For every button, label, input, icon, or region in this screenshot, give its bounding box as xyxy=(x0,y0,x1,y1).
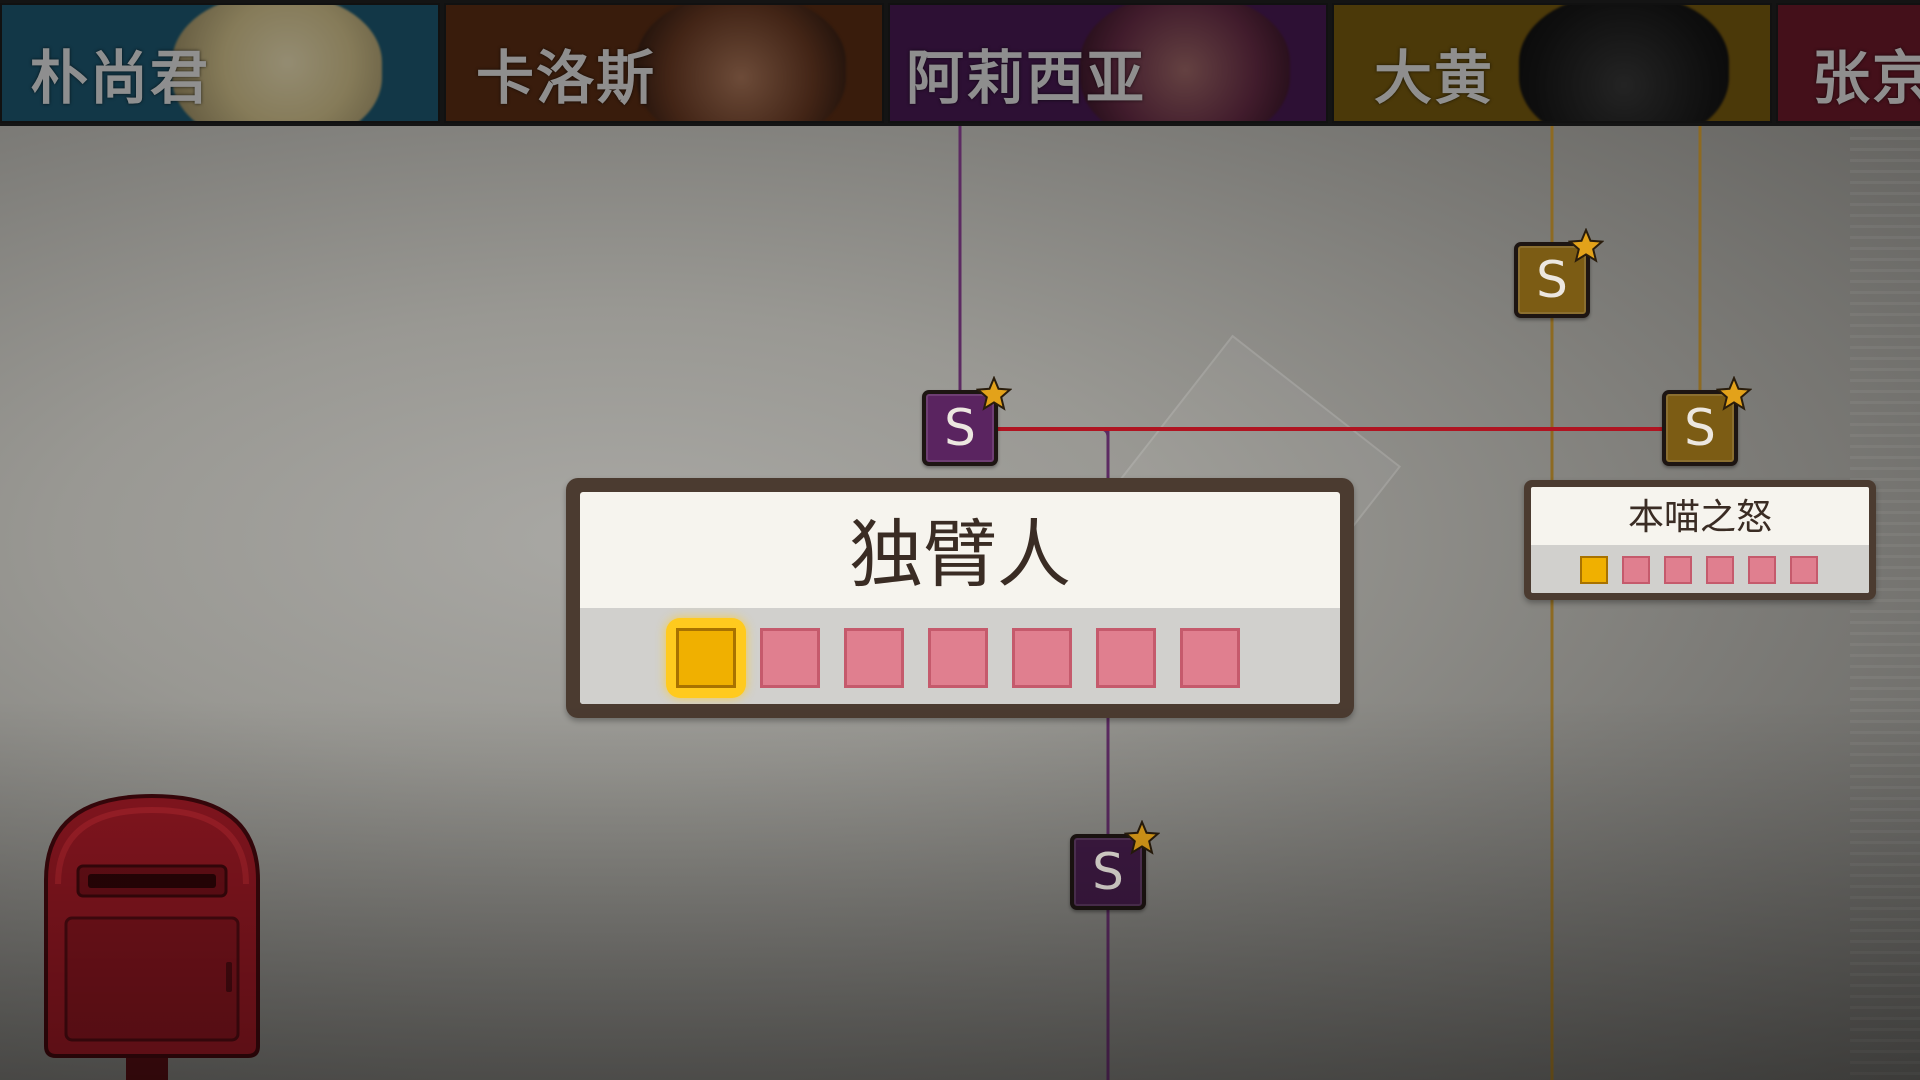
story-node-alicia-bottom[interactable]: S xyxy=(1070,820,1160,910)
story-flowchart-screen: 朴尚君 卡洛斯 阿莉西亚 大黄 张京 S S S xyxy=(0,0,1920,1080)
character-name: 张京 xyxy=(1812,44,1920,112)
star-icon xyxy=(1568,228,1604,263)
character-name: 阿莉西亚 xyxy=(906,44,1147,112)
progress-square[interactable] xyxy=(1664,556,1692,584)
node-letter: S xyxy=(1684,399,1716,457)
character-tab-zhangjing[interactable]: 张京 xyxy=(1776,3,1920,123)
star-icon xyxy=(976,376,1012,411)
progress-square[interactable] xyxy=(1096,628,1156,688)
character-name: 卡洛斯 xyxy=(476,44,657,112)
progress-square[interactable] xyxy=(1622,556,1650,584)
progress-square[interactable] xyxy=(1180,628,1240,688)
progress-square[interactable] xyxy=(844,628,904,688)
progress-square[interactable] xyxy=(760,628,820,688)
progress-square-current[interactable] xyxy=(676,628,736,688)
progress-square[interactable] xyxy=(1012,628,1072,688)
star-icon xyxy=(1124,820,1160,855)
star-icon xyxy=(1716,376,1752,411)
chapter-panel-side[interactable]: 本喵之怒 xyxy=(1524,480,1876,600)
progress-square[interactable] xyxy=(928,628,988,688)
character-tab-pu-shangjun[interactable]: 朴尚君 xyxy=(0,3,440,123)
character-tab-bar: 朴尚君 卡洛斯 阿莉西亚 大黄 张京 xyxy=(0,0,1920,126)
chapter-title: 独臂人 xyxy=(849,512,1071,598)
chapter-panel-main[interactable]: 独臂人 xyxy=(566,478,1354,718)
mailbox-icon[interactable] xyxy=(36,794,268,1080)
character-name: 朴尚君 xyxy=(30,44,211,112)
progress-square[interactable] xyxy=(1748,556,1776,584)
progress-strip xyxy=(580,608,1340,704)
character-name: 大黄 xyxy=(1374,44,1495,112)
progress-square-current[interactable] xyxy=(1580,556,1608,584)
node-letter: S xyxy=(1092,843,1124,901)
character-tab-dahuang[interactable]: 大黄 xyxy=(1332,3,1772,123)
node-letter: S xyxy=(1536,251,1568,309)
story-node-dahuang-right[interactable]: S xyxy=(1662,376,1752,466)
character-tab-carlos[interactable]: 卡洛斯 xyxy=(444,3,884,123)
node-letter: S xyxy=(944,399,976,457)
character-tab-alicia[interactable]: 阿莉西亚 xyxy=(888,3,1328,123)
progress-square[interactable] xyxy=(1706,556,1734,584)
progress-square[interactable] xyxy=(1790,556,1818,584)
story-node-alicia-top[interactable]: S xyxy=(922,376,1012,466)
chapter-title: 本喵之怒 xyxy=(1627,497,1772,538)
progress-strip xyxy=(1531,545,1869,593)
story-node-dahuang-top[interactable]: S xyxy=(1514,228,1604,318)
